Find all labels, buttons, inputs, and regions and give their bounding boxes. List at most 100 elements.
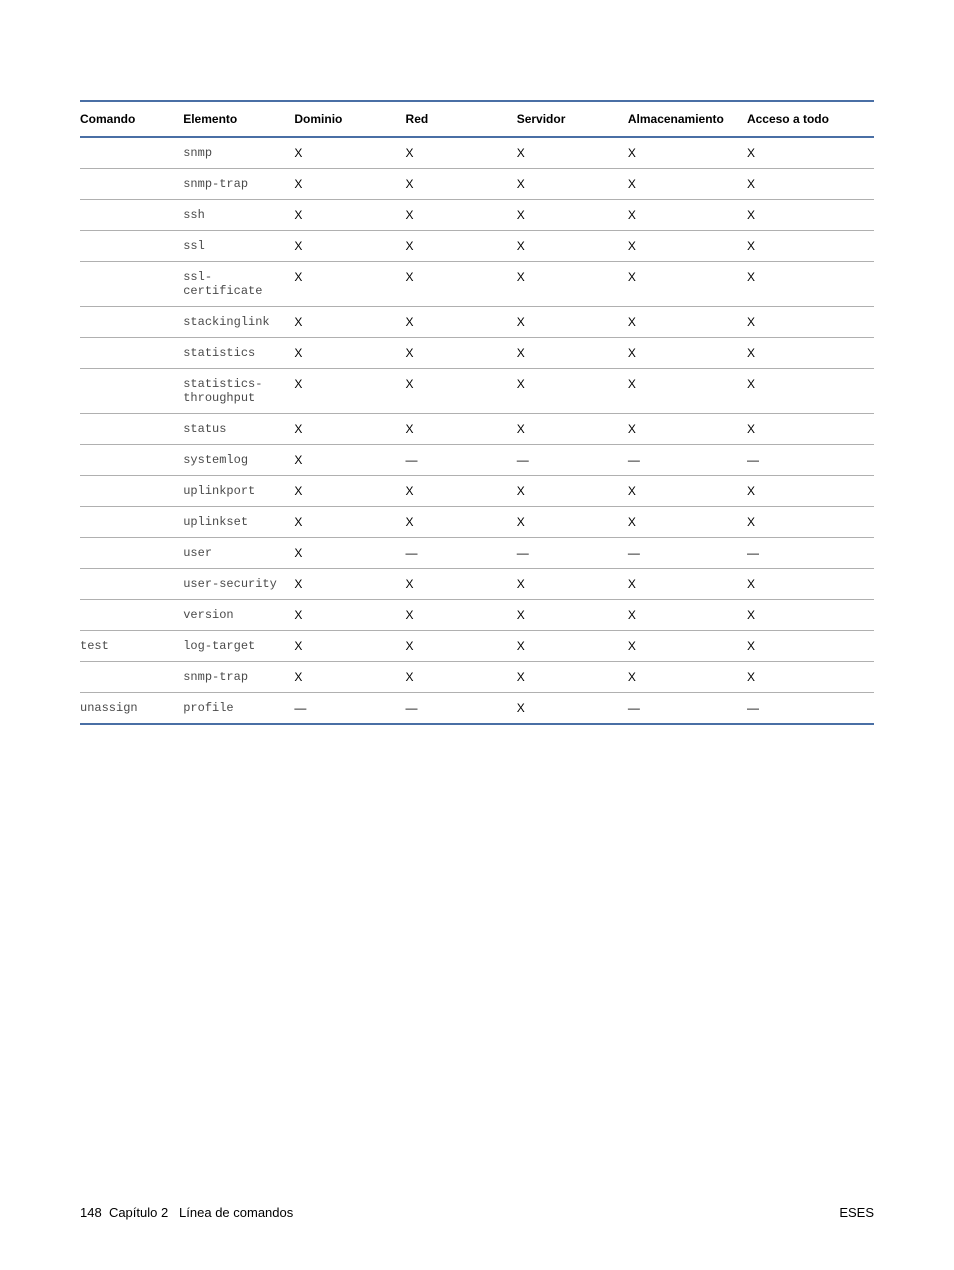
cell-almacenamiento: X xyxy=(628,200,747,231)
cell-acceso: X xyxy=(747,137,874,169)
cell-almacenamiento: — xyxy=(628,445,747,476)
cell-dominio: X xyxy=(294,262,405,307)
cell-servidor: X xyxy=(517,338,628,369)
cell-acceso: X xyxy=(747,476,874,507)
cell-elemento: uplinkset xyxy=(183,507,294,538)
cell-red: X xyxy=(406,369,517,414)
cell-comando xyxy=(80,538,183,569)
cell-acceso: — xyxy=(747,693,874,725)
cell-acceso: X xyxy=(747,262,874,307)
footer-right: ESES xyxy=(839,1205,874,1220)
section-title: Línea de comandos xyxy=(179,1205,293,1220)
table-row: user-securityXXXXX xyxy=(80,569,874,600)
cell-dominio: X xyxy=(294,631,405,662)
header-servidor: Servidor xyxy=(517,101,628,137)
header-almacenamiento: Almacenamiento xyxy=(628,101,747,137)
cell-red: — xyxy=(406,693,517,725)
cell-red: — xyxy=(406,445,517,476)
cell-almacenamiento: X xyxy=(628,662,747,693)
table-row: uplinkportXXXXX xyxy=(80,476,874,507)
cell-servidor: X xyxy=(517,600,628,631)
table-row: snmp-trapXXXXX xyxy=(80,169,874,200)
cell-almacenamiento: X xyxy=(628,169,747,200)
cell-dominio: X xyxy=(294,600,405,631)
cell-elemento: snmp-trap xyxy=(183,662,294,693)
cell-red: X xyxy=(406,338,517,369)
cell-servidor: X xyxy=(517,693,628,725)
table-row: stackinglinkXXXXX xyxy=(80,307,874,338)
cell-comando xyxy=(80,338,183,369)
cell-red: X xyxy=(406,507,517,538)
cell-almacenamiento: X xyxy=(628,569,747,600)
cell-elemento: user xyxy=(183,538,294,569)
cell-red: X xyxy=(406,307,517,338)
cell-dominio: X xyxy=(294,662,405,693)
cell-almacenamiento: X xyxy=(628,600,747,631)
cell-almacenamiento: X xyxy=(628,476,747,507)
cell-acceso: X xyxy=(747,600,874,631)
cell-elemento: ssl-certificate xyxy=(183,262,294,307)
header-red: Red xyxy=(406,101,517,137)
table-header-row: Comando Elemento Dominio Red Servidor Al… xyxy=(80,101,874,137)
cell-comando: test xyxy=(80,631,183,662)
cell-almacenamiento: — xyxy=(628,538,747,569)
cell-comando xyxy=(80,369,183,414)
page-footer: 148 Capítulo 2 Línea de comandos ESES xyxy=(80,1205,874,1220)
cell-comando xyxy=(80,200,183,231)
header-comando: Comando xyxy=(80,101,183,137)
cell-red: X xyxy=(406,600,517,631)
cell-dominio: X xyxy=(294,414,405,445)
header-elemento: Elemento xyxy=(183,101,294,137)
table-row: uplinksetXXXXX xyxy=(80,507,874,538)
table-row: testlog-targetXXXXX xyxy=(80,631,874,662)
cell-red: X xyxy=(406,169,517,200)
cell-dominio: X xyxy=(294,538,405,569)
cell-acceso: X xyxy=(747,200,874,231)
table-row: snmp-trapXXXXX xyxy=(80,662,874,693)
header-acceso: Acceso a todo xyxy=(747,101,874,137)
cell-dominio: X xyxy=(294,369,405,414)
cell-comando xyxy=(80,262,183,307)
cell-servidor: X xyxy=(517,231,628,262)
cell-almacenamiento: X xyxy=(628,231,747,262)
cell-servidor: X xyxy=(517,262,628,307)
cell-servidor: X xyxy=(517,631,628,662)
chapter-label: Capítulo 2 xyxy=(109,1205,168,1220)
cell-comando: unassign xyxy=(80,693,183,725)
cell-red: X xyxy=(406,662,517,693)
cell-elemento: user-security xyxy=(183,569,294,600)
cell-dominio: X xyxy=(294,231,405,262)
cell-almacenamiento: — xyxy=(628,693,747,725)
cell-dominio: X xyxy=(294,200,405,231)
cell-servidor: — xyxy=(517,538,628,569)
cell-servidor: X xyxy=(517,507,628,538)
table-row: statisticsXXXXX xyxy=(80,338,874,369)
cell-dominio: X xyxy=(294,338,405,369)
cell-comando xyxy=(80,476,183,507)
cell-acceso: — xyxy=(747,445,874,476)
header-dominio: Dominio xyxy=(294,101,405,137)
table-row: userX———— xyxy=(80,538,874,569)
cell-almacenamiento: X xyxy=(628,262,747,307)
cell-elemento: ssh xyxy=(183,200,294,231)
cell-elemento: profile xyxy=(183,693,294,725)
cell-red: X xyxy=(406,476,517,507)
cell-dominio: X xyxy=(294,307,405,338)
cell-servidor: X xyxy=(517,169,628,200)
cell-comando xyxy=(80,169,183,200)
cell-servidor: X xyxy=(517,200,628,231)
cell-elemento: uplinkport xyxy=(183,476,294,507)
cell-comando xyxy=(80,231,183,262)
cell-acceso: X xyxy=(747,307,874,338)
table-row: versionXXXXX xyxy=(80,600,874,631)
cell-elemento: statistics-throughput xyxy=(183,369,294,414)
cell-servidor: — xyxy=(517,445,628,476)
cell-elemento: statistics xyxy=(183,338,294,369)
cell-red: X xyxy=(406,631,517,662)
cell-almacenamiento: X xyxy=(628,369,747,414)
cell-acceso: — xyxy=(747,538,874,569)
table-row: snmpXXXXX xyxy=(80,137,874,169)
cell-almacenamiento: X xyxy=(628,507,747,538)
footer-left: 148 Capítulo 2 Línea de comandos xyxy=(80,1205,293,1220)
cell-acceso: X xyxy=(747,631,874,662)
